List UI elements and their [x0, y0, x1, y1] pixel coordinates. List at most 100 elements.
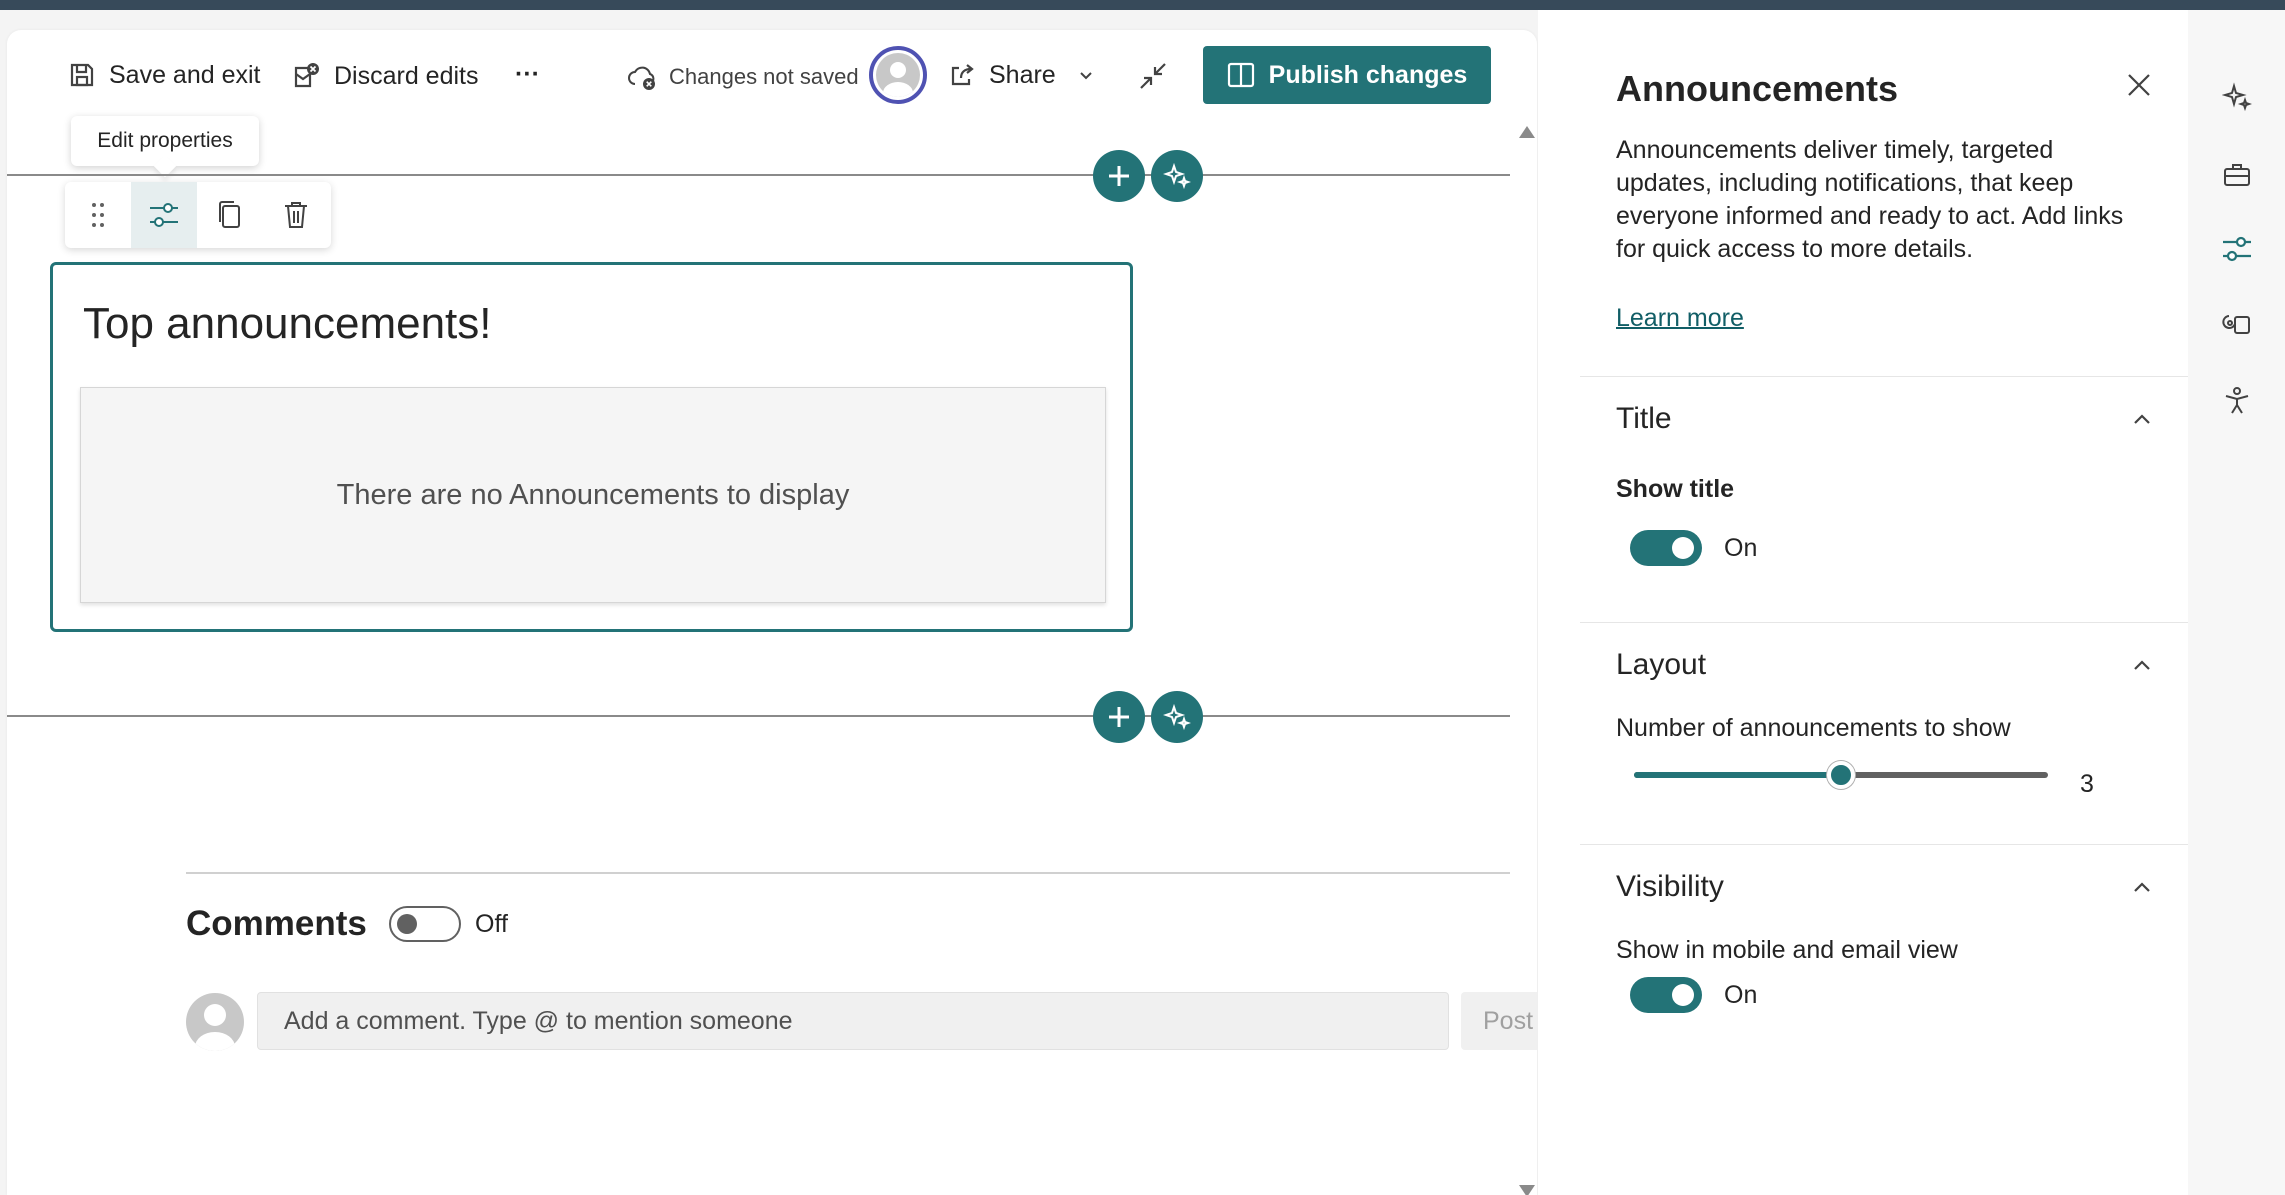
sliders-icon — [2223, 236, 2251, 262]
rail-design-button[interactable] — [2220, 306, 2254, 340]
rail-properties-button[interactable] — [2220, 232, 2254, 266]
discard-edits-button[interactable]: Discard edits — [290, 60, 479, 92]
webpart-title: Top announcements! — [83, 299, 492, 348]
learn-more-link[interactable]: Learn more — [1616, 304, 1744, 333]
section-divider-bottom — [7, 715, 1510, 717]
page-canvas: Save and exit Discard edits ··· Changes … — [7, 30, 1537, 1195]
sparkle-icon — [1163, 703, 1191, 731]
panel-description: Announcements deliver timely, targeted u… — [1616, 136, 2124, 263]
more-icon: ··· — [515, 60, 540, 88]
sliders-icon — [150, 203, 178, 227]
delete-button[interactable] — [263, 182, 329, 248]
book-icon — [1227, 62, 1254, 88]
empty-state: There are no Announcements to display — [80, 387, 1106, 603]
accessibility-icon — [2225, 387, 2249, 414]
mobile-view-label: Show in mobile and email view — [1616, 936, 1958, 964]
ai-assist-button-top[interactable] — [1151, 150, 1203, 202]
share-label: Share — [989, 60, 1056, 89]
scroll-up-arrow[interactable] — [1519, 126, 1535, 138]
design-ideas-icon — [2222, 315, 2250, 334]
publish-changes-label: Publish changes — [1268, 60, 1468, 89]
panel-divider-1 — [1580, 376, 2188, 377]
person-icon — [876, 53, 920, 97]
save-status-text: Changes not saved — [669, 64, 859, 89]
layout-section-collapse[interactable] — [2130, 654, 2154, 683]
announcement-count-slider[interactable] — [1634, 761, 2048, 789]
chevron-down-icon[interactable] — [1076, 65, 1096, 85]
chevron-up-icon — [2134, 660, 2150, 670]
section-divider-top — [7, 174, 1510, 176]
announcements-webpart[interactable]: Top announcements! There are no Announce… — [50, 262, 1133, 632]
user-avatar[interactable] — [869, 46, 927, 104]
post-comment-button[interactable]: Post — [1461, 992, 1537, 1050]
title-section-heading[interactable]: Title — [1616, 402, 1672, 436]
empty-state-message: There are no Announcements to display — [336, 478, 850, 511]
panel-divider-3 — [1580, 844, 2188, 845]
rail-toolbox-button[interactable] — [2220, 158, 2254, 192]
announcement-count-label: Number of announcements to show — [1616, 714, 2011, 742]
show-title-toggle[interactable] — [1630, 530, 1702, 566]
discard-icon — [294, 63, 319, 88]
top-bar — [0, 0, 2285, 10]
save-status: Changes not saved — [627, 62, 859, 92]
more-options-button[interactable]: ··· — [515, 60, 540, 89]
webpart-toolbar — [65, 182, 331, 248]
chevron-up-icon — [2134, 882, 2150, 892]
rail-copilot-button[interactable] — [2220, 80, 2254, 114]
panel-divider-2 — [1580, 622, 2188, 623]
right-rail — [2188, 10, 2285, 1195]
title-section-collapse[interactable] — [2130, 408, 2154, 437]
chevron-up-icon — [2134, 414, 2150, 424]
person-icon — [195, 1004, 235, 1051]
tooltip-text: Edit properties — [97, 129, 233, 152]
show-title-label: Show title — [1616, 475, 1735, 503]
collapse-icon — [1140, 63, 1166, 89]
duplicate-button[interactable] — [197, 182, 263, 248]
comments-toggle[interactable] — [389, 906, 461, 942]
layout-section-heading[interactable]: Layout — [1616, 648, 1706, 682]
share-icon — [951, 64, 974, 86]
collapse-button[interactable] — [1135, 58, 1171, 94]
announcement-count-value: 3 — [2080, 770, 2094, 798]
sparkle-icon — [2222, 82, 2252, 112]
trash-icon — [285, 202, 307, 228]
close-panel-button[interactable] — [2126, 72, 2152, 103]
plus-icon — [1109, 707, 1129, 727]
save-and-exit-label: Save and exit — [109, 60, 261, 89]
drag-dots-icon — [92, 203, 104, 227]
ai-assist-button-bottom[interactable] — [1151, 691, 1203, 743]
rail-accessibility-button[interactable] — [2220, 384, 2254, 418]
scroll-down-arrow[interactable] — [1519, 1185, 1535, 1195]
sparkle-icon — [1163, 162, 1191, 190]
edit-properties-tooltip: Edit properties — [71, 116, 259, 166]
add-section-button-bottom[interactable] — [1093, 691, 1145, 743]
mobile-view-toggle[interactable] — [1630, 977, 1702, 1013]
show-title-state: On — [1724, 534, 1758, 562]
comment-placeholder: Add a comment. Type @ to mention someone — [284, 1006, 793, 1035]
discard-edits-label: Discard edits — [334, 61, 479, 90]
visibility-section-heading[interactable]: Visibility — [1616, 870, 1724, 904]
post-label: Post — [1483, 1006, 1534, 1035]
plus-icon — [1109, 166, 1129, 186]
slider-thumb[interactable] — [1827, 761, 1855, 789]
save-and-exit-button[interactable]: Save and exit — [67, 60, 261, 90]
comment-input[interactable]: Add a comment. Type @ to mention someone — [257, 992, 1449, 1050]
add-section-button-top[interactable] — [1093, 150, 1145, 202]
publish-changes-button[interactable]: Publish changes — [1203, 46, 1491, 104]
close-icon — [2128, 74, 2150, 96]
property-panel: Announcements Announcements deliver time… — [1538, 10, 2188, 1195]
briefcase-icon — [2224, 164, 2250, 186]
comments-divider — [186, 872, 1510, 874]
share-button[interactable]: Share — [947, 60, 1096, 90]
edit-properties-button[interactable] — [131, 182, 197, 248]
visibility-section-collapse[interactable] — [2130, 876, 2154, 905]
commenter-avatar — [186, 993, 244, 1051]
comments-heading: Comments — [186, 904, 367, 943]
drag-handle[interactable] — [65, 182, 131, 248]
mobile-view-state: On — [1724, 981, 1758, 1009]
cloud-error-icon — [628, 66, 655, 90]
slider-fill — [1634, 772, 1841, 778]
save-icon — [70, 63, 94, 87]
panel-title: Announcements — [1616, 68, 1899, 109]
copy-icon — [219, 201, 240, 228]
